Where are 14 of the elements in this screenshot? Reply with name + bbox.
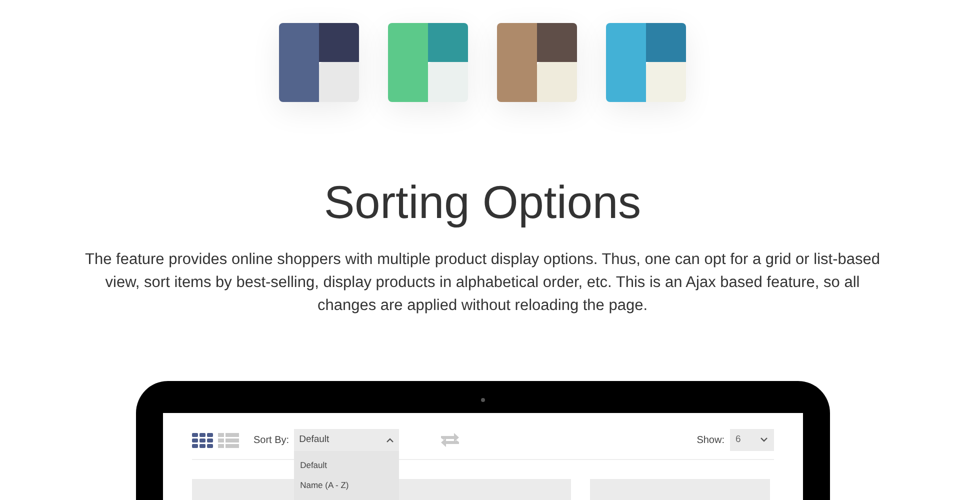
sort-option[interactable]: Default [300,458,328,472]
sort-option[interactable]: Name (A - Z) [300,478,349,492]
show-label: Show: [696,434,724,448]
list-view-icon[interactable] [218,432,238,448]
show-select[interactable]: 6 [730,429,774,451]
grid-view-icon[interactable] [192,432,212,448]
sort-label: Sort By: [254,434,290,448]
repeat-icon[interactable] [439,433,462,447]
description-paragraph: The feature provides online shoppers with multiple product display options. Thus, one can opt for a grid or list-based view, sort items by best-selling, display products in alphabetical order, etc. This is an Ajax based feature, so all changes are applied without reloading the page. [84,250,881,316]
chevron-icon [760,437,768,443]
chevron-icon [386,437,394,443]
camera-icon [480,398,484,402]
section-title: Sorting Options [324,175,642,230]
sort-select[interactable]: Default [294,429,400,451]
